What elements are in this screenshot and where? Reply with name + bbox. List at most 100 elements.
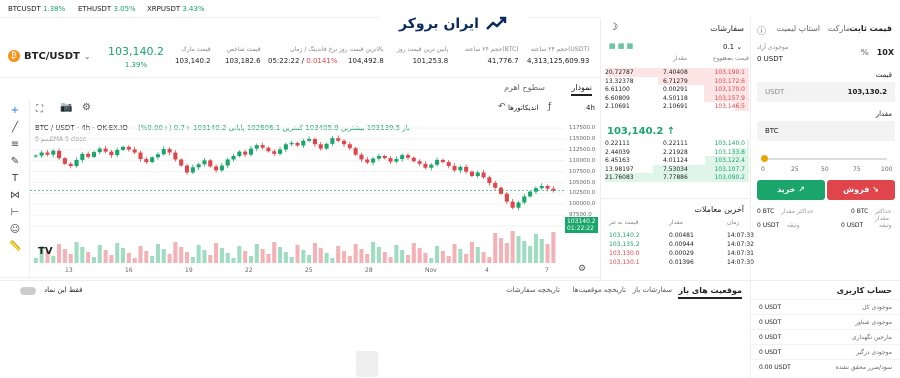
x-tick-label: 7 [545, 267, 549, 274]
order-book-row[interactable]: 0.22111 0.22111 103,140.0 [605, 139, 749, 148]
order-book-row[interactable]: 13.32378 6.71279 103,172.6 [605, 76, 749, 85]
this-symbol-toggle[interactable] [20, 287, 36, 295]
y-tick-label: 115000.0 [569, 136, 596, 143]
order-book-row[interactable]: 2.10691 2.10691 103,146.5 [605, 102, 749, 111]
tab-order-history[interactable]: تاریخچه سفارشات [506, 286, 560, 294]
step-select[interactable]: 0.1 ⌄ [723, 43, 742, 51]
crosshair-icon[interactable]: + [9, 105, 21, 117]
candle [475, 172, 480, 176]
buy-button[interactable]: خرید ↗ [757, 180, 825, 200]
empty-document-icon [356, 351, 378, 377]
ruler-icon[interactable]: ⊢ [9, 207, 21, 219]
volume-bar [289, 257, 294, 263]
volume-bar [551, 232, 556, 263]
volume-bar [330, 258, 335, 263]
volume-bar [132, 258, 137, 263]
volume-bar [528, 246, 533, 263]
order-book-row[interactable]: 13.98197 7.53034 103,107.7 [605, 164, 749, 173]
ticker-item[interactable]: BTCUSDT 1.38% [8, 5, 65, 13]
amount-slider[interactable] [763, 158, 887, 160]
settings-icon[interactable]: ⚙ [578, 264, 586, 274]
index-price-stat: قیمت شاخص 103,182.6 [225, 46, 261, 65]
trade-row: 103,135.2 0.00944 14:07:32 [609, 241, 754, 250]
candle [336, 138, 341, 141]
volume-bar [376, 247, 381, 263]
order-book-row[interactable]: 6.60809 4.50118 103,157.9 [605, 93, 749, 102]
volume-bar [469, 242, 474, 263]
tab-open-orders[interactable]: سفارشات باز [633, 286, 672, 294]
ticker-item[interactable]: ETHUSDT 3.05% [78, 5, 136, 13]
slider-handle[interactable] [761, 155, 768, 162]
candle [248, 148, 254, 155]
leverage-button[interactable]: % 10X [861, 48, 894, 57]
amount-input[interactable]: BTC [757, 121, 895, 141]
trend-line-icon[interactable]: ╱ [9, 122, 21, 134]
trade-row: 103,140.2 0.00481 14:07:33 [609, 232, 754, 241]
gear-icon[interactable]: ⚙ [82, 102, 91, 113]
tab-open-positions[interactable]: موقعیت های باز [678, 286, 742, 299]
tab-limit[interactable]: قیمت ثابت [849, 24, 892, 33]
moon-icon[interactable]: ☽ [609, 22, 618, 33]
volume-bar [440, 251, 445, 263]
price-chart[interactable] [30, 118, 565, 268]
text-icon[interactable]: T [9, 173, 21, 185]
amount: 4.01124 [663, 157, 688, 164]
volume-bar [196, 245, 201, 263]
volume-bar [97, 245, 102, 263]
emoji-icon[interactable]: ☺ [9, 224, 21, 236]
candle [62, 158, 67, 164]
volume-bar [301, 250, 306, 263]
brush-icon[interactable]: ✎ [9, 156, 21, 168]
trade-amount: 0.00029 [669, 250, 694, 257]
amount: 7.53034 [663, 165, 688, 173]
x-tick-label: 19 [185, 267, 193, 274]
tab-leverage-levels[interactable]: سطوح اهرم [504, 83, 545, 92]
x-tick-label: 25 [305, 267, 313, 274]
volume-bar [365, 254, 370, 263]
interval-button[interactable]: 4h [586, 104, 595, 112]
amount: 4.50118 [663, 94, 688, 102]
tab-chart[interactable]: نمودار [571, 83, 592, 96]
book-view-toggle-icon[interactable]: ▦ ▦ ▦ [609, 42, 633, 50]
candle [516, 202, 521, 208]
volume-bar [167, 254, 172, 263]
info-icon[interactable]: ⓘ [757, 24, 766, 37]
y-tick-label: 117500.0 [569, 125, 596, 132]
tab-stop-limit[interactable]: استاپ لیمیت [776, 24, 820, 33]
pair-selector[interactable]: ₿ BTC/USDT ⌄ [8, 50, 91, 62]
volume-bar [57, 244, 62, 263]
measure-icon[interactable]: 📏 [9, 241, 21, 253]
sell-button[interactable]: فروش ↘ [827, 180, 895, 200]
order-book-row[interactable]: 6.45163 4.01124 103,122.4 [605, 156, 749, 165]
total: 21.76083 [605, 174, 634, 181]
order-book-row[interactable]: 2.44039 2.21928 103,133.8 [605, 147, 749, 156]
candle [243, 151, 248, 155]
price-input[interactable]: USDT 103,130.2 [757, 82, 895, 102]
candle [45, 152, 50, 155]
trade-price: 103,130.0 [609, 250, 640, 257]
tab-position-history[interactable]: تاریخچه موقعیت‌ها [573, 286, 626, 294]
order-book-row[interactable]: 6.61100 0.00291 103,170.0 [605, 85, 749, 94]
candle [493, 182, 498, 188]
indicators-button[interactable]: اندیکاتورها [508, 104, 538, 112]
order-book-row[interactable]: 20.72787 7.40408 103,190.1 [605, 68, 749, 77]
ticker-item[interactable]: XRPUSDT 3.43% [147, 5, 205, 13]
order-book-row[interactable]: 21.76083 7.77886 103,090.2 [605, 173, 749, 182]
fullscreen-icon[interactable]: ⛶ [36, 104, 43, 115]
candle [295, 142, 300, 146]
trades-list: 103,140.2 0.00481 14:07:33 103,135.2 0.00944… [609, 232, 754, 268]
undo-icon[interactable]: ↶ [498, 102, 506, 112]
candle [435, 159, 440, 165]
tab-market[interactable]: مارکت [828, 24, 850, 33]
chart-trend-icon [486, 16, 507, 30]
volume-bar [214, 243, 219, 263]
horizontal-lines-icon[interactable]: ≡ [9, 139, 21, 151]
candle [376, 156, 381, 159]
camera-icon[interactable]: 📷 [60, 102, 72, 113]
volume-bar [283, 252, 288, 263]
price: 103,140.0 [714, 140, 745, 147]
pattern-icon[interactable]: ⋈ [9, 190, 21, 202]
candle [91, 152, 97, 157]
function-icon[interactable]: ƒ [548, 102, 551, 112]
volume-bar [324, 253, 329, 263]
